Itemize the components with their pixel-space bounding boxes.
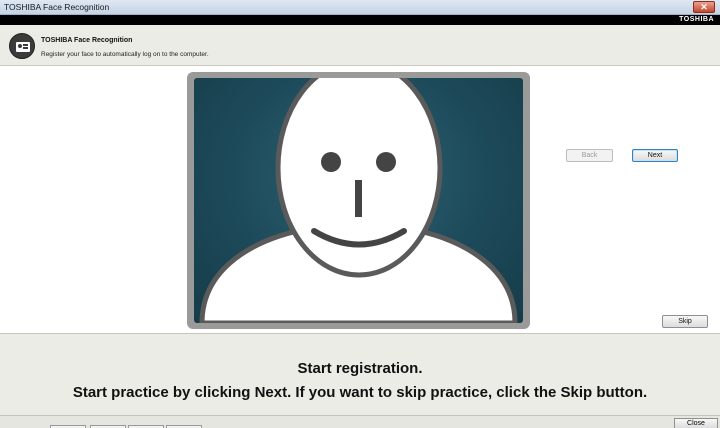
close-icon: ✕ — [700, 2, 708, 12]
back-button[interactable]: Back — [566, 149, 613, 162]
window-close-button[interactable]: ✕ — [693, 1, 715, 13]
camera-preview-frame — [187, 72, 530, 329]
instruction-panel: Start registration. Start practice by cl… — [0, 333, 720, 415]
face-guide-icon — [199, 78, 518, 323]
brand-logo: TOSHIBA — [679, 16, 714, 23]
camera-preview — [194, 78, 523, 323]
bottom-bar: Close — [0, 415, 720, 428]
header-subtitle: Register your face to automatically log … — [41, 51, 209, 58]
id-card-icon — [9, 33, 35, 59]
instruction-title: Start registration. — [297, 360, 423, 377]
header-title: TOSHIBA Face Recognition — [41, 37, 133, 44]
window-title: TOSHIBA Face Recognition — [4, 2, 110, 12]
next-button[interactable]: Next — [632, 149, 678, 162]
header-panel: TOSHIBA Face Recognition Register your f… — [0, 25, 720, 66]
instruction-text: Start practice by clicking Next. If you … — [72, 384, 648, 401]
face-recognition-window: TOSHIBA Face Recognition ✕ TOSHIBA TOSHI… — [0, 0, 720, 428]
brand-bar: TOSHIBA — [0, 15, 720, 25]
close-button[interactable]: Close — [674, 418, 718, 428]
title-bar[interactable]: TOSHIBA Face Recognition ✕ — [0, 0, 720, 15]
skip-button[interactable]: Skip — [662, 315, 708, 328]
